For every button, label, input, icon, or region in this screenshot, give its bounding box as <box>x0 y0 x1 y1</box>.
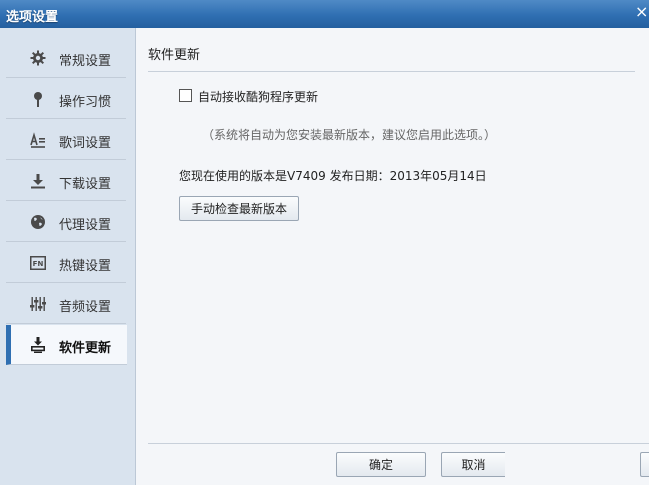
auto-update-checkbox[interactable] <box>179 89 192 102</box>
options-dialog: 选项设置 × 常规设置 操作习惯 歌词设置 下载设置 代理设置 FN 热键设置 … <box>0 0 649 485</box>
sidebar-item-download[interactable]: 下载设置 <box>6 161 126 201</box>
auto-update-hint: （系统将自动为您安装最新版本，建议您启用此选项。） <box>202 128 497 142</box>
sidebar-item-label: 音频设置 <box>59 300 112 315</box>
svg-text:FN: FN <box>33 260 44 268</box>
ok-button[interactable]: 确定 <box>336 452 426 477</box>
cancel-button[interactable]: 取消 <box>441 452 505 477</box>
pin-icon <box>30 91 46 107</box>
version-info: 您现在使用的版本是V7409 发布日期：2013年05月14日 <box>179 169 487 183</box>
sidebar-item-label: 软件更新 <box>59 341 112 356</box>
close-icon[interactable]: × <box>635 4 649 22</box>
sidebar-item-label: 热键设置 <box>59 259 112 274</box>
sidebar-item-update[interactable]: 软件更新 <box>6 325 127 365</box>
section-title: 软件更新 <box>148 48 201 63</box>
sidebar-item-lyrics[interactable]: 歌词设置 <box>6 120 126 160</box>
settings-sidebar: 常规设置 操作习惯 歌词设置 下载设置 代理设置 FN 热键设置 音频设置 软件… <box>0 28 136 485</box>
sidebar-item-proxy[interactable]: 代理设置 <box>6 202 126 242</box>
sidebar-item-habits[interactable]: 操作习惯 <box>6 79 126 119</box>
hotkey-icon: FN <box>30 255 46 271</box>
divider <box>148 443 649 444</box>
divider <box>148 71 635 72</box>
sidebar-item-label: 常规设置 <box>59 54 112 69</box>
update-icon <box>30 337 46 353</box>
sidebar-item-label: 操作习惯 <box>59 95 112 110</box>
sidebar-item-audio[interactable]: 音频设置 <box>6 284 126 324</box>
title-bar[interactable]: 选项设置 × <box>0 0 649 29</box>
check-update-button[interactable]: 手动检查最新版本 <box>179 196 299 221</box>
settings-panel: 软件更新 自动接收酷狗程序更新 （系统将自动为您安装最新版本，建议您启用此选项。… <box>136 28 649 485</box>
sidebar-item-label: 代理设置 <box>59 218 112 233</box>
auto-update-label[interactable]: 自动接收酷狗程序更新 <box>198 88 318 105</box>
sidebar-item-label: 歌词设置 <box>59 136 112 151</box>
lyrics-icon <box>30 132 46 148</box>
globe-icon <box>30 214 46 230</box>
sidebar-item-label: 下载设置 <box>59 177 112 192</box>
sidebar-item-general[interactable]: 常规设置 <box>6 38 126 78</box>
gear-icon <box>30 50 46 66</box>
equalizer-icon <box>30 296 46 312</box>
apply-button[interactable] <box>640 452 649 477</box>
window-title: 选项设置 <box>6 10 59 25</box>
download-icon <box>30 173 46 189</box>
sidebar-item-hotkey[interactable]: FN 热键设置 <box>6 243 126 283</box>
